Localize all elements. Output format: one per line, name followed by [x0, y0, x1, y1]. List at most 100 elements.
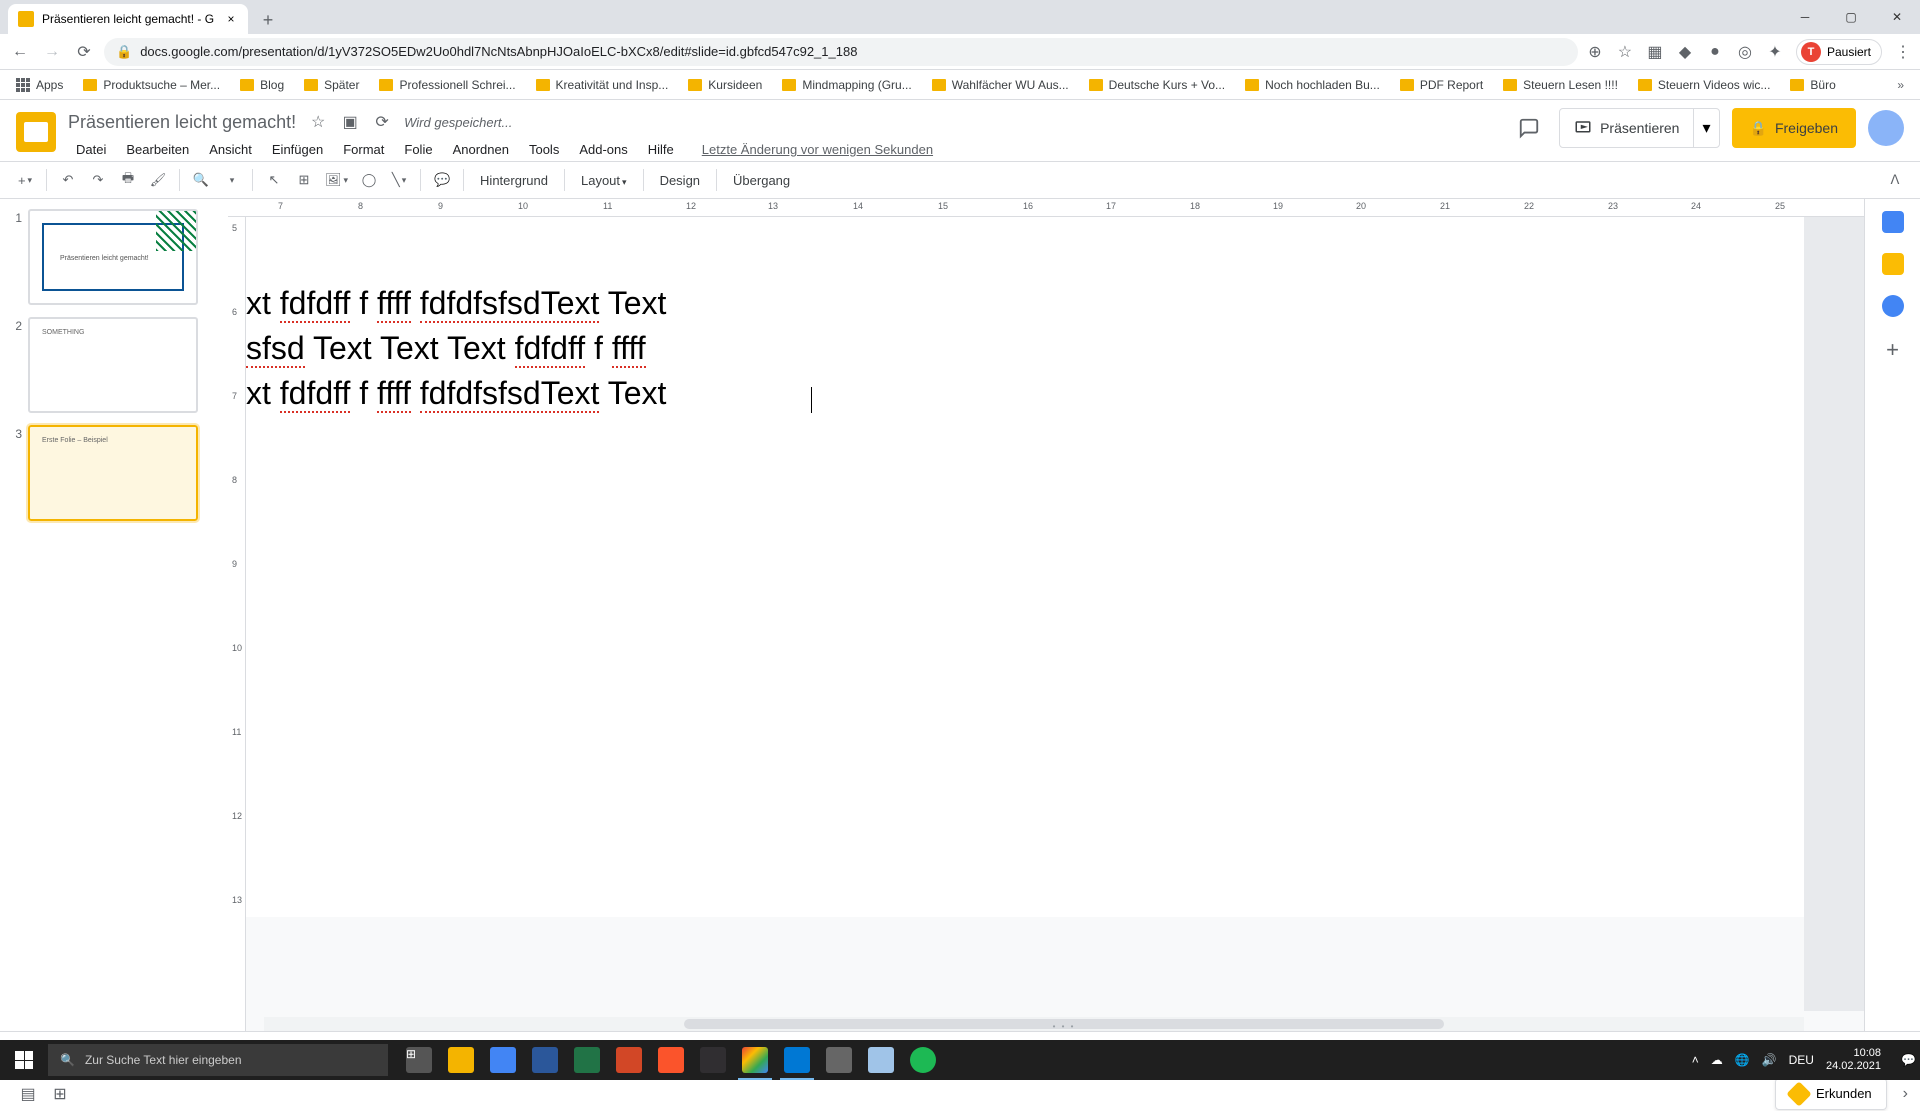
apps-shortcut[interactable]: Apps	[8, 74, 71, 96]
close-tab-icon[interactable]: ×	[224, 12, 238, 26]
calendar-icon[interactable]	[1882, 211, 1904, 233]
layout-button[interactable]: Layout	[573, 173, 635, 188]
bookmark-item[interactable]: Blog	[232, 74, 292, 96]
slide-filmstrip[interactable]: 1 Präsentieren leicht gemacht! 2 SOMETHI…	[0, 199, 228, 1031]
bookmark-item[interactable]: Mindmapping (Gru...	[774, 74, 919, 96]
undo-button[interactable]: ↶	[55, 167, 81, 193]
last-edit-link[interactable]: Letzte Änderung vor wenigen Sekunden	[694, 138, 941, 161]
comment-button[interactable]: 💬	[429, 167, 455, 193]
bookmark-item[interactable]: Professionell Schrei...	[371, 74, 523, 96]
taskbar-brave[interactable]	[650, 1040, 692, 1080]
background-button[interactable]: Hintergrund	[472, 173, 556, 188]
star-icon[interactable]: ☆	[1616, 43, 1634, 61]
menu-format[interactable]: Format	[335, 138, 392, 161]
move-document-icon[interactable]: ▣	[340, 112, 360, 132]
zoom-icon[interactable]: ⊕	[1586, 43, 1604, 61]
bookmark-item[interactable]: Steuern Lesen !!!!	[1495, 74, 1626, 96]
maximize-button[interactable]: ▢	[1828, 0, 1874, 34]
start-button[interactable]	[0, 1040, 48, 1080]
taskbar-powerpoint[interactable]	[608, 1040, 650, 1080]
tray-network-icon[interactable]: 🌐	[1735, 1053, 1750, 1067]
slide-thumbnail-1[interactable]: Präsentieren leicht gemacht!	[28, 209, 198, 305]
tray-overflow-icon[interactable]: ˄	[1692, 1053, 1699, 1067]
taskbar-explorer[interactable]	[440, 1040, 482, 1080]
profile-button[interactable]: T Pausiert	[1796, 39, 1882, 65]
bookmark-item[interactable]: Wahlfächer WU Aus...	[924, 74, 1077, 96]
menu-datei[interactable]: Datei	[68, 138, 114, 161]
scrollbar-thumb[interactable]: • • •	[684, 1019, 1444, 1029]
bookmarks-overflow[interactable]: »	[1889, 78, 1912, 92]
menu-addons[interactable]: Add-ons	[571, 138, 635, 161]
taskbar-notepad[interactable]	[860, 1040, 902, 1080]
address-bar[interactable]: 🔒 docs.google.com/presentation/d/1yV372S…	[104, 38, 1578, 66]
taskbar-word[interactable]	[524, 1040, 566, 1080]
present-button[interactable]: Präsentieren ▾	[1559, 108, 1719, 148]
zoom-dropdown[interactable]	[218, 167, 244, 193]
slides-logo-icon[interactable]	[16, 112, 56, 152]
bookmark-item[interactable]: Kursideen	[680, 74, 770, 96]
tray-volume-icon[interactable]: 🔊	[1762, 1053, 1777, 1067]
new-slide-button[interactable]: +	[12, 167, 38, 193]
select-tool-button[interactable]: ↖	[261, 167, 287, 193]
bookmark-item[interactable]: Später	[296, 74, 367, 96]
tray-clock[interactable]: 10:08 24.02.2021	[1826, 1047, 1889, 1073]
slide-thumbnail-2[interactable]: SOMETHING	[28, 317, 198, 413]
close-window-button[interactable]: ✕	[1874, 0, 1920, 34]
account-avatar[interactable]	[1868, 110, 1904, 146]
grid-view-button[interactable]: ⊞	[44, 1082, 76, 1106]
tray-language[interactable]: DEU	[1789, 1053, 1814, 1067]
forward-button[interactable]: →	[40, 40, 64, 64]
taskbar-excel[interactable]	[566, 1040, 608, 1080]
taskbar-app-2[interactable]	[818, 1040, 860, 1080]
bookmark-item[interactable]: Noch hochladen Bu...	[1237, 74, 1388, 96]
bookmark-item[interactable]: Kreativität und Insp...	[528, 74, 677, 96]
reload-button[interactable]: ⟳	[72, 40, 96, 64]
tray-onedrive-icon[interactable]: ☁	[1711, 1053, 1723, 1067]
filmstrip-view-button[interactable]: ▤	[12, 1082, 44, 1106]
back-button[interactable]: ←	[8, 40, 32, 64]
menu-ansicht[interactable]: Ansicht	[201, 138, 260, 161]
taskbar-obs[interactable]	[692, 1040, 734, 1080]
comments-button[interactable]	[1511, 110, 1547, 146]
bookmark-item[interactable]: PDF Report	[1392, 74, 1491, 96]
paint-format-button[interactable]: 🖌	[145, 167, 171, 193]
zoom-out-button[interactable]: 🔍	[188, 167, 214, 193]
present-dropdown-arrow[interactable]: ▾	[1693, 109, 1718, 147]
extension-icon-3[interactable]: ◎	[1736, 43, 1754, 61]
collapse-toolbar-button[interactable]: ᐱ	[1882, 167, 1908, 193]
tray-notifications-icon[interactable]: 💬	[1901, 1053, 1916, 1067]
textbox-button[interactable]: ⊞	[291, 167, 317, 193]
bookmark-item[interactable]: Büro	[1782, 74, 1843, 96]
explore-button[interactable]: Erkunden	[1775, 1078, 1887, 1110]
taskbar-spotify[interactable]	[902, 1040, 944, 1080]
taskbar-edge[interactable]	[776, 1040, 818, 1080]
taskbar-chrome[interactable]	[734, 1040, 776, 1080]
transition-button[interactable]: Übergang	[725, 173, 798, 188]
share-button[interactable]: 🔒 Freigeben	[1732, 108, 1856, 148]
text-box-content[interactable]: xt fdfdff f ffff fdfdfsfsdText Text sfsd…	[246, 281, 666, 415]
slide-canvas[interactable]: xt fdfdff f ffff fdfdfsfsdText Text sfsd…	[246, 217, 1806, 917]
image-button[interactable]: 🖼	[321, 167, 352, 193]
menu-anordnen[interactable]: Anordnen	[445, 138, 517, 161]
bookmark-item[interactable]: Steuern Videos wic...	[1630, 74, 1779, 96]
taskbar-app-1[interactable]	[482, 1040, 524, 1080]
redo-button[interactable]: ↷	[85, 167, 111, 193]
new-tab-button[interactable]: +	[254, 6, 282, 34]
horizontal-scrollbar[interactable]: • • •	[264, 1017, 1804, 1031]
bookmark-item[interactable]: Deutsche Kurs + Vo...	[1081, 74, 1233, 96]
menu-folie[interactable]: Folie	[396, 138, 440, 161]
star-document-icon[interactable]: ☆	[308, 112, 328, 132]
document-title[interactable]: Präsentieren leicht gemacht!	[68, 112, 296, 133]
tasks-icon[interactable]	[1882, 295, 1904, 317]
keep-icon[interactable]	[1882, 253, 1904, 275]
browser-tab[interactable]: Präsentieren leicht gemacht! - G ×	[8, 4, 248, 34]
slide-thumbnail-3[interactable]: Erste Folie – Beispiel	[28, 425, 198, 521]
design-button[interactable]: Design	[652, 173, 708, 188]
menu-hilfe[interactable]: Hilfe	[640, 138, 682, 161]
extensions-icon[interactable]: ✦	[1766, 43, 1784, 61]
extension-icon-2[interactable]: ●	[1706, 43, 1724, 61]
chrome-menu-icon[interactable]: ⋮	[1894, 43, 1912, 61]
qr-icon[interactable]: ▦	[1646, 43, 1664, 61]
bookmark-item[interactable]: Produktsuche – Mer...	[75, 74, 228, 96]
add-addon-icon[interactable]: +	[1886, 337, 1899, 363]
